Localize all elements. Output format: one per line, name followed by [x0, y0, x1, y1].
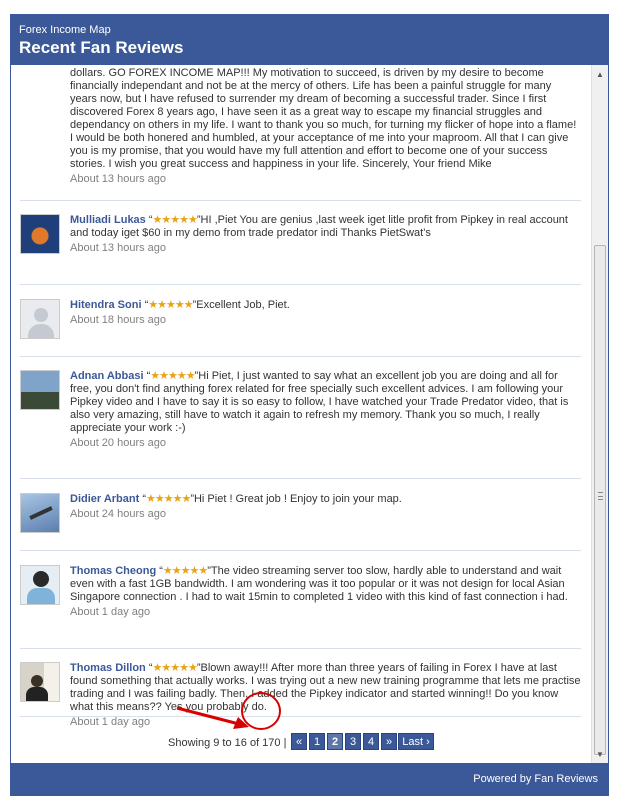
reviewer-name-link[interactable]: Didier Arbant — [70, 493, 139, 505]
header-title: Recent Fan Reviews — [19, 37, 608, 59]
powered-by-link[interactable]: Powered by Fan Reviews — [473, 773, 598, 785]
reviews-list: dollars. GO FOREX INCOME MAP!!! My motiv… — [11, 65, 593, 765]
list-item: dollars. GO FOREX INCOME MAP!!! My motiv… — [20, 65, 581, 201]
list-item: Didier Arbant “★★★★★”Hi Piet ! Great job… — [20, 493, 581, 551]
list-item: Thomas Cheong “★★★★★”The video streaming… — [20, 565, 581, 649]
page-4-button[interactable]: 4 — [363, 733, 379, 750]
star-rating-icon: ★★★★★ — [163, 565, 207, 577]
avatar[interactable] — [20, 565, 60, 605]
widget-header: Forex Income Map Recent Fan Reviews — [11, 15, 608, 65]
scroll-up-icon[interactable]: ▲ — [592, 67, 608, 83]
avatar[interactable] — [20, 214, 60, 254]
review-text: Blown away!!! After more than three year… — [70, 662, 581, 713]
vertical-scrollbar[interactable]: ▲ ▼ — [591, 65, 608, 765]
page-3-button[interactable]: 3 — [345, 733, 361, 750]
annotation-circle — [241, 692, 281, 730]
reviewer-name-link[interactable]: Thomas Cheong — [70, 565, 156, 577]
review-time: About 13 hours ago — [70, 242, 581, 255]
star-rating-icon: ★★★★★ — [150, 370, 194, 382]
reviewer-name-link[interactable]: Thomas Dillon — [70, 662, 146, 674]
scroll-down-icon[interactable]: ▼ — [592, 747, 608, 763]
reviewer-name-link[interactable]: Hitendra Soni — [70, 299, 142, 311]
reviewer-name-link[interactable]: Adnan Abbasi — [70, 370, 144, 382]
avatar[interactable] — [20, 299, 60, 339]
avatar[interactable] — [20, 662, 60, 702]
star-rating-icon: ★★★★★ — [153, 662, 197, 674]
next-page-button[interactable]: » — [381, 733, 397, 750]
avatar[interactable] — [20, 370, 60, 410]
pagination-info: Showing 9 to 16 of 170 | — [168, 737, 286, 749]
list-item: Hitendra Soni “★★★★★”Excellent Job, Piet… — [20, 299, 581, 357]
review-time: About 18 hours ago — [70, 314, 581, 327]
page-1-button[interactable]: 1 — [309, 733, 325, 750]
reviewer-name-link[interactable]: Mulliadi Lukas — [70, 214, 146, 226]
reviews-widget: Forex Income Map Recent Fan Reviews doll… — [10, 14, 609, 796]
avatar[interactable] — [20, 493, 60, 533]
list-item: Adnan Abbasi “★★★★★”Hi Piet, I just want… — [20, 370, 581, 479]
review-text: dollars. GO FOREX INCOME MAP!!! My motiv… — [70, 67, 576, 170]
review-text: Hi Piet, I just wanted to say what an ex… — [70, 370, 568, 434]
prev-page-button[interactable]: « — [291, 733, 307, 750]
star-rating-icon: ★★★★★ — [148, 299, 192, 311]
review-time: About 24 hours ago — [70, 508, 581, 521]
star-rating-icon: ★★★★★ — [146, 493, 190, 505]
pagination: Showing 9 to 16 of 170 | « 1 2 3 4 » Las… — [11, 731, 593, 753]
review-time: About 13 hours ago — [70, 173, 581, 186]
review-time: About 1 day ago — [70, 606, 581, 619]
header-subtitle: Forex Income Map — [19, 24, 608, 37]
scroll-thumb[interactable] — [594, 245, 606, 755]
star-rating-icon: ★★★★★ — [153, 214, 197, 226]
review-time: About 20 hours ago — [70, 437, 581, 450]
review-text: Hi Piet ! Great job ! Enjoy to join your… — [194, 493, 402, 505]
list-item: Thomas Dillon “★★★★★”Blown away!!! After… — [20, 662, 581, 717]
grip-icon — [598, 492, 603, 500]
last-page-button[interactable]: Last › — [398, 733, 434, 750]
review-time: About 1 day ago — [70, 716, 581, 729]
widget-footer: Powered by Fan Reviews — [11, 763, 608, 795]
list-item: Mulliadi Lukas “★★★★★”HI ,Piet You are g… — [20, 214, 581, 285]
page-2-button[interactable]: 2 — [327, 733, 343, 750]
review-text: Excellent Job, Piet. — [196, 299, 290, 311]
